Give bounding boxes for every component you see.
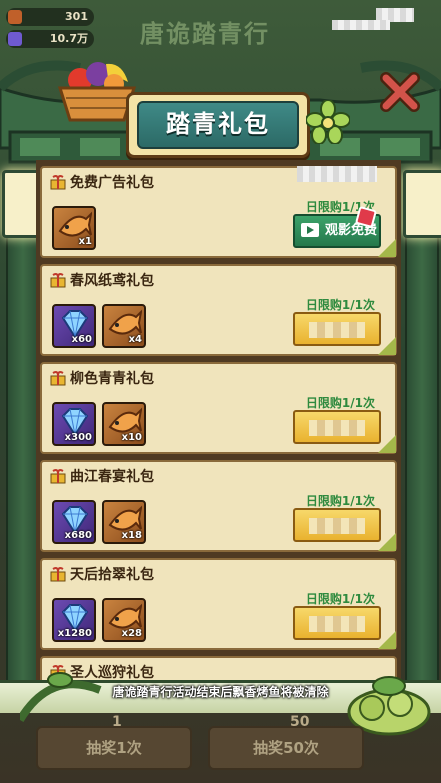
reward-item-gem[interactable]: x60	[52, 304, 96, 348]
reward-item-gem[interactable]: x1280	[52, 598, 96, 642]
reward-item-fish[interactable]: x28	[102, 598, 146, 642]
price-redacted	[309, 420, 365, 436]
gift-icon	[50, 175, 66, 190]
fish-resource-icon	[8, 10, 22, 24]
pack-card: 天后拾翠礼包 x1280 x28 日限购1/1次	[40, 558, 397, 650]
gift-icon	[50, 469, 66, 484]
pack-name: 曲江春宴礼包	[70, 469, 154, 485]
reward-item-gem[interactable]: x680	[52, 500, 96, 544]
reward-item-gem[interactable]: x300	[52, 402, 96, 446]
right-pillar	[405, 170, 439, 700]
event-title-bg: 唐诡踏青行	[140, 20, 270, 48]
draw-once-button: 抽奖1次	[36, 726, 192, 770]
resource-counter-1: 301	[6, 8, 94, 26]
pack-card: 曲江春宴礼包 x680 x18 日限购1/1次	[40, 460, 397, 552]
buy-button[interactable]	[293, 410, 381, 444]
title-board: 踏青礼包	[126, 92, 310, 158]
left-pillar	[6, 170, 40, 700]
purchase-limit: 日限购1/1次	[305, 396, 375, 410]
draw-fifty-button: 抽奖50次	[208, 726, 364, 770]
mosaic-blur	[297, 166, 377, 182]
purchase-limit: 日限购1/1次	[305, 298, 375, 312]
gift-icon	[50, 567, 66, 582]
pack-name: 免费广告礼包	[70, 175, 154, 191]
close-button[interactable]	[378, 70, 422, 114]
close-x-icon	[380, 72, 420, 112]
right-lantern-icon	[403, 170, 441, 238]
watch-ad-button[interactable]: 观影免费	[293, 205, 381, 248]
purchase-limit: 日限购1/1次	[305, 494, 375, 508]
reward-item-fish[interactable]: x10	[102, 402, 146, 446]
reward-item-fish[interactable]: x18	[102, 500, 146, 544]
gift-icon	[50, 371, 66, 386]
pack-card: 柳色青青礼包 x300 x10 日限购1/1次	[40, 362, 397, 454]
pack-list[interactable]: 免费广告礼包 x1 日限购1/1次 观影免费 春风纸鸢礼包 x60 x4 日限购…	[36, 160, 401, 688]
pack-card: 春风纸鸢礼包 x60 x4 日限购1/1次	[40, 264, 397, 356]
resource-counter-2: 10.7万	[6, 30, 94, 48]
gem-resource-icon	[8, 32, 22, 46]
pack-name: 天后拾翠礼包	[70, 567, 154, 583]
gift-icon	[50, 273, 66, 288]
pack-name: 柳色青青礼包	[70, 371, 154, 387]
mosaic-blur	[332, 20, 390, 30]
buy-button[interactable]	[293, 606, 381, 640]
flower-icon	[306, 100, 350, 144]
buy-button[interactable]	[293, 312, 381, 346]
pack-card: 免费广告礼包 x1 日限购1/1次 观影免费	[40, 166, 397, 258]
reward-item-fish[interactable]: x1	[52, 206, 96, 250]
pack-name: 春风纸鸢礼包	[70, 273, 154, 289]
purchase-limit: 日限购1/1次	[305, 592, 375, 606]
buy-button[interactable]	[293, 508, 381, 542]
page-title: 踏青礼包	[137, 101, 299, 149]
price-redacted	[309, 616, 365, 632]
reward-item-fish[interactable]: x4	[102, 304, 146, 348]
video-icon	[301, 223, 319, 237]
price-redacted	[309, 518, 365, 534]
price-redacted	[309, 322, 365, 338]
